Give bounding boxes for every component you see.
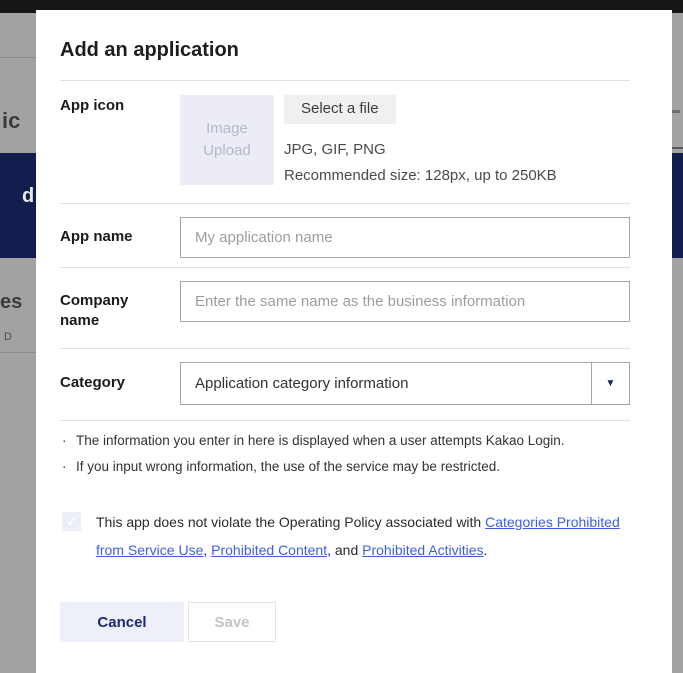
company-name-input[interactable]: [180, 281, 630, 322]
category-label: Category: [60, 362, 160, 405]
select-file-button[interactable]: Select a file: [284, 95, 396, 124]
note-item: · If you input wrong information, the us…: [60, 454, 630, 480]
background-navy-band: d: [0, 153, 36, 258]
category-row: Category Application category informatio…: [60, 349, 630, 421]
upload-placeholder-line: Upload: [203, 140, 251, 162]
policy-text-segment: , and: [327, 542, 362, 558]
background-text-fragment: D: [4, 331, 12, 343]
notes-list: · The information you enter in here is d…: [60, 421, 630, 480]
link-prohibited-activities[interactable]: Prohibited Activities: [362, 542, 483, 558]
upload-placeholder-line: Image: [206, 118, 248, 140]
category-dropdown-toggle[interactable]: ▼: [591, 363, 629, 404]
image-upload-dropzone[interactable]: Image Upload: [180, 95, 274, 185]
bullet-icon: ·: [60, 428, 76, 454]
bullet-icon: ·: [60, 454, 76, 480]
cancel-button[interactable]: Cancel: [60, 602, 184, 642]
category-select[interactable]: Application category information ▼: [180, 362, 630, 405]
note-text: If you input wrong information, the use …: [76, 454, 500, 480]
background-right-strip: [672, 13, 683, 673]
dialog-title: Add an application: [60, 37, 630, 63]
recommended-size-text: Recommended size: 128px, up to 250KB: [284, 163, 557, 189]
allowed-formats-text: JPG, GIF, PNG: [284, 137, 557, 163]
app-icon-label: App icon: [60, 95, 160, 189]
app-name-input[interactable]: [180, 217, 630, 258]
background-text-fragment: [672, 147, 683, 149]
background-divider: [0, 57, 36, 58]
background-divider: [0, 352, 36, 353]
note-item: · The information you enter in here is d…: [60, 428, 630, 454]
policy-checkbox[interactable]: ✓: [62, 512, 81, 531]
background-text-fragment: ic: [2, 108, 20, 134]
policy-agreement-row: ✓ This app does not violate the Operatin…: [60, 508, 630, 564]
company-name-label: Company name: [60, 281, 160, 331]
add-application-dialog: Add an application App icon Image Upload…: [36, 10, 672, 673]
check-icon: ✓: [66, 515, 76, 529]
background-text-fragment: d: [22, 185, 34, 208]
dialog-actions: Cancel Save: [60, 602, 630, 642]
background-left-strip: ic d es D: [0, 13, 36, 673]
link-prohibited-content[interactable]: Prohibited Content: [211, 542, 327, 558]
background-navy-band: [672, 153, 683, 258]
category-selected-value: Application category information: [181, 363, 591, 404]
app-name-label: App name: [60, 217, 160, 258]
background-text-fragment: es: [0, 291, 22, 314]
chevron-down-icon: ▼: [606, 379, 616, 389]
app-icon-row: App icon Image Upload Select a file JPG,…: [60, 81, 630, 204]
background-text-fragment: [672, 110, 680, 113]
policy-text-segment: .: [484, 542, 488, 558]
note-text: The information you enter in here is dis…: [76, 428, 565, 454]
policy-text-segment: ,: [203, 542, 211, 558]
app-name-row: App name: [60, 204, 630, 268]
policy-text-segment: This app does not violate the Operating …: [96, 514, 485, 530]
company-name-row: Company name: [60, 268, 630, 349]
save-button[interactable]: Save: [188, 602, 276, 642]
policy-statement: This app does not violate the Operating …: [96, 508, 630, 564]
